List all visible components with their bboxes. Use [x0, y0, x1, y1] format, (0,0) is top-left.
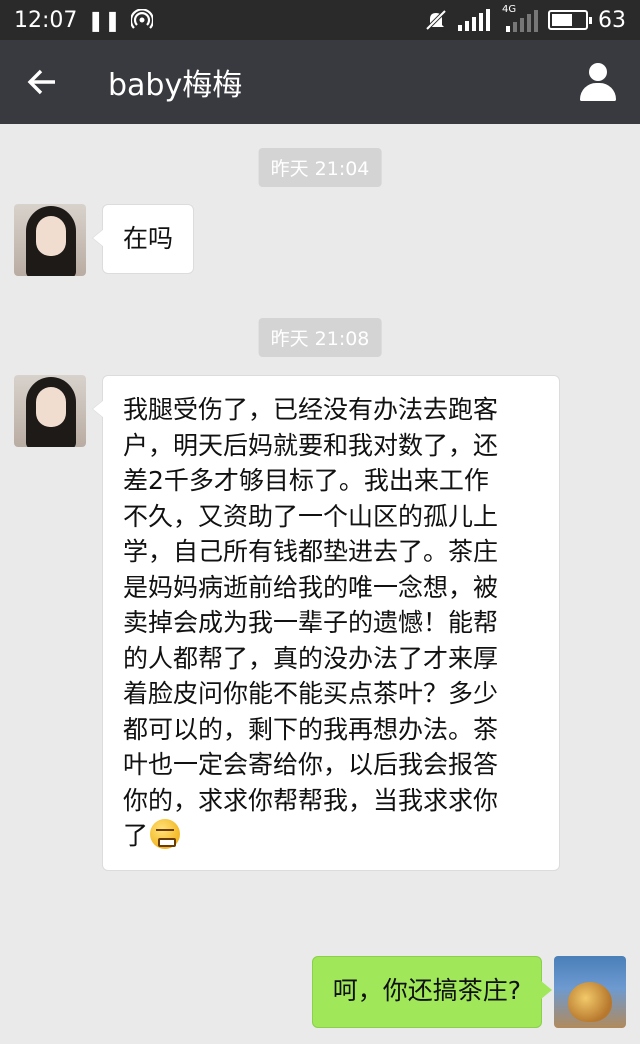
- person-icon: [579, 63, 617, 101]
- contact-avatar[interactable]: [14, 375, 86, 447]
- message-text: 呵，你还搞茶庄?: [332, 976, 521, 1005]
- message-text: 在吗: [123, 224, 174, 253]
- message-line: 了: [123, 821, 149, 850]
- message-line: 卖掉会成为我一辈子的遗憾！能帮: [123, 608, 499, 637]
- message-line: 不久，又资助了一个山区的孤儿上: [123, 501, 499, 531]
- signal-4g-icon: 4G: [502, 4, 538, 32]
- signal-icon: [458, 9, 490, 31]
- title-bar: baby梅梅: [0, 40, 640, 124]
- message-line: 是妈妈病逝前给我的唯一念想，被: [123, 572, 499, 602]
- outgoing-message-bubble[interactable]: 呵，你还搞茶庄?: [311, 956, 553, 1028]
- message-timestamp: 昨天 21:04: [258, 148, 382, 187]
- hotspot-icon: [130, 9, 153, 29]
- incoming-message-bubble[interactable]: 在吗: [91, 204, 195, 274]
- message-line: 学，自己所有钱都垫进去了。茶庄: [123, 537, 499, 566]
- message-timestamp: 昨天 21:08: [258, 318, 382, 357]
- message-line: 的人都帮了，真的没办法了才来厚: [123, 643, 499, 673]
- message-line: 差2千多才够目标了。我出来工作: [123, 466, 489, 495]
- message-line: 都可以的，剩下的我再想办法。茶: [123, 714, 499, 744]
- message-line: 你的，求求你帮帮我，当我求求你: [123, 785, 499, 815]
- mute-icon: [425, 9, 447, 31]
- status-left: 12:07 ❚❚: [14, 8, 153, 33]
- grimace-emoji-icon: [150, 819, 181, 849]
- back-button[interactable]: [0, 40, 84, 124]
- message-line: 我腿受伤了，已经没有办法去跑客: [123, 395, 499, 424]
- incoming-message-bubble[interactable]: 我腿受伤了，已经没有办法去跑客 户，明天后妈就要和我对数了，还 差2千多才够目标…: [92, 375, 560, 871]
- message-line: 叶也一定会寄给你，以后我会报答: [123, 750, 499, 779]
- message-line: 户，明天后妈就要和我对数了，还: [123, 430, 499, 460]
- my-avatar[interactable]: [554, 956, 626, 1028]
- chat-title: baby梅梅: [108, 68, 243, 103]
- battery-icon: [548, 10, 592, 30]
- pause-icon: ❚❚: [87, 8, 121, 32]
- message-line-last: 了: [123, 818, 539, 854]
- status-right: 4G 63: [424, 4, 626, 33]
- status-time: 12:07: [14, 7, 78, 33]
- arrow-left-icon: [27, 69, 55, 95]
- chat-area[interactable]: 昨天 21:04 在吗 昨天 21:08 我腿受伤了，已经没有办法去跑客 户，明…: [0, 124, 640, 1044]
- battery-fill: [552, 14, 573, 26]
- message-line: 着脸皮问你能不能买点茶叶？多少: [123, 679, 499, 708]
- battery-percent: 63: [598, 7, 626, 33]
- status-bar: 12:07 ❚❚ 4G 63: [0, 0, 640, 40]
- profile-button[interactable]: [556, 40, 640, 124]
- contact-avatar[interactable]: [14, 204, 86, 276]
